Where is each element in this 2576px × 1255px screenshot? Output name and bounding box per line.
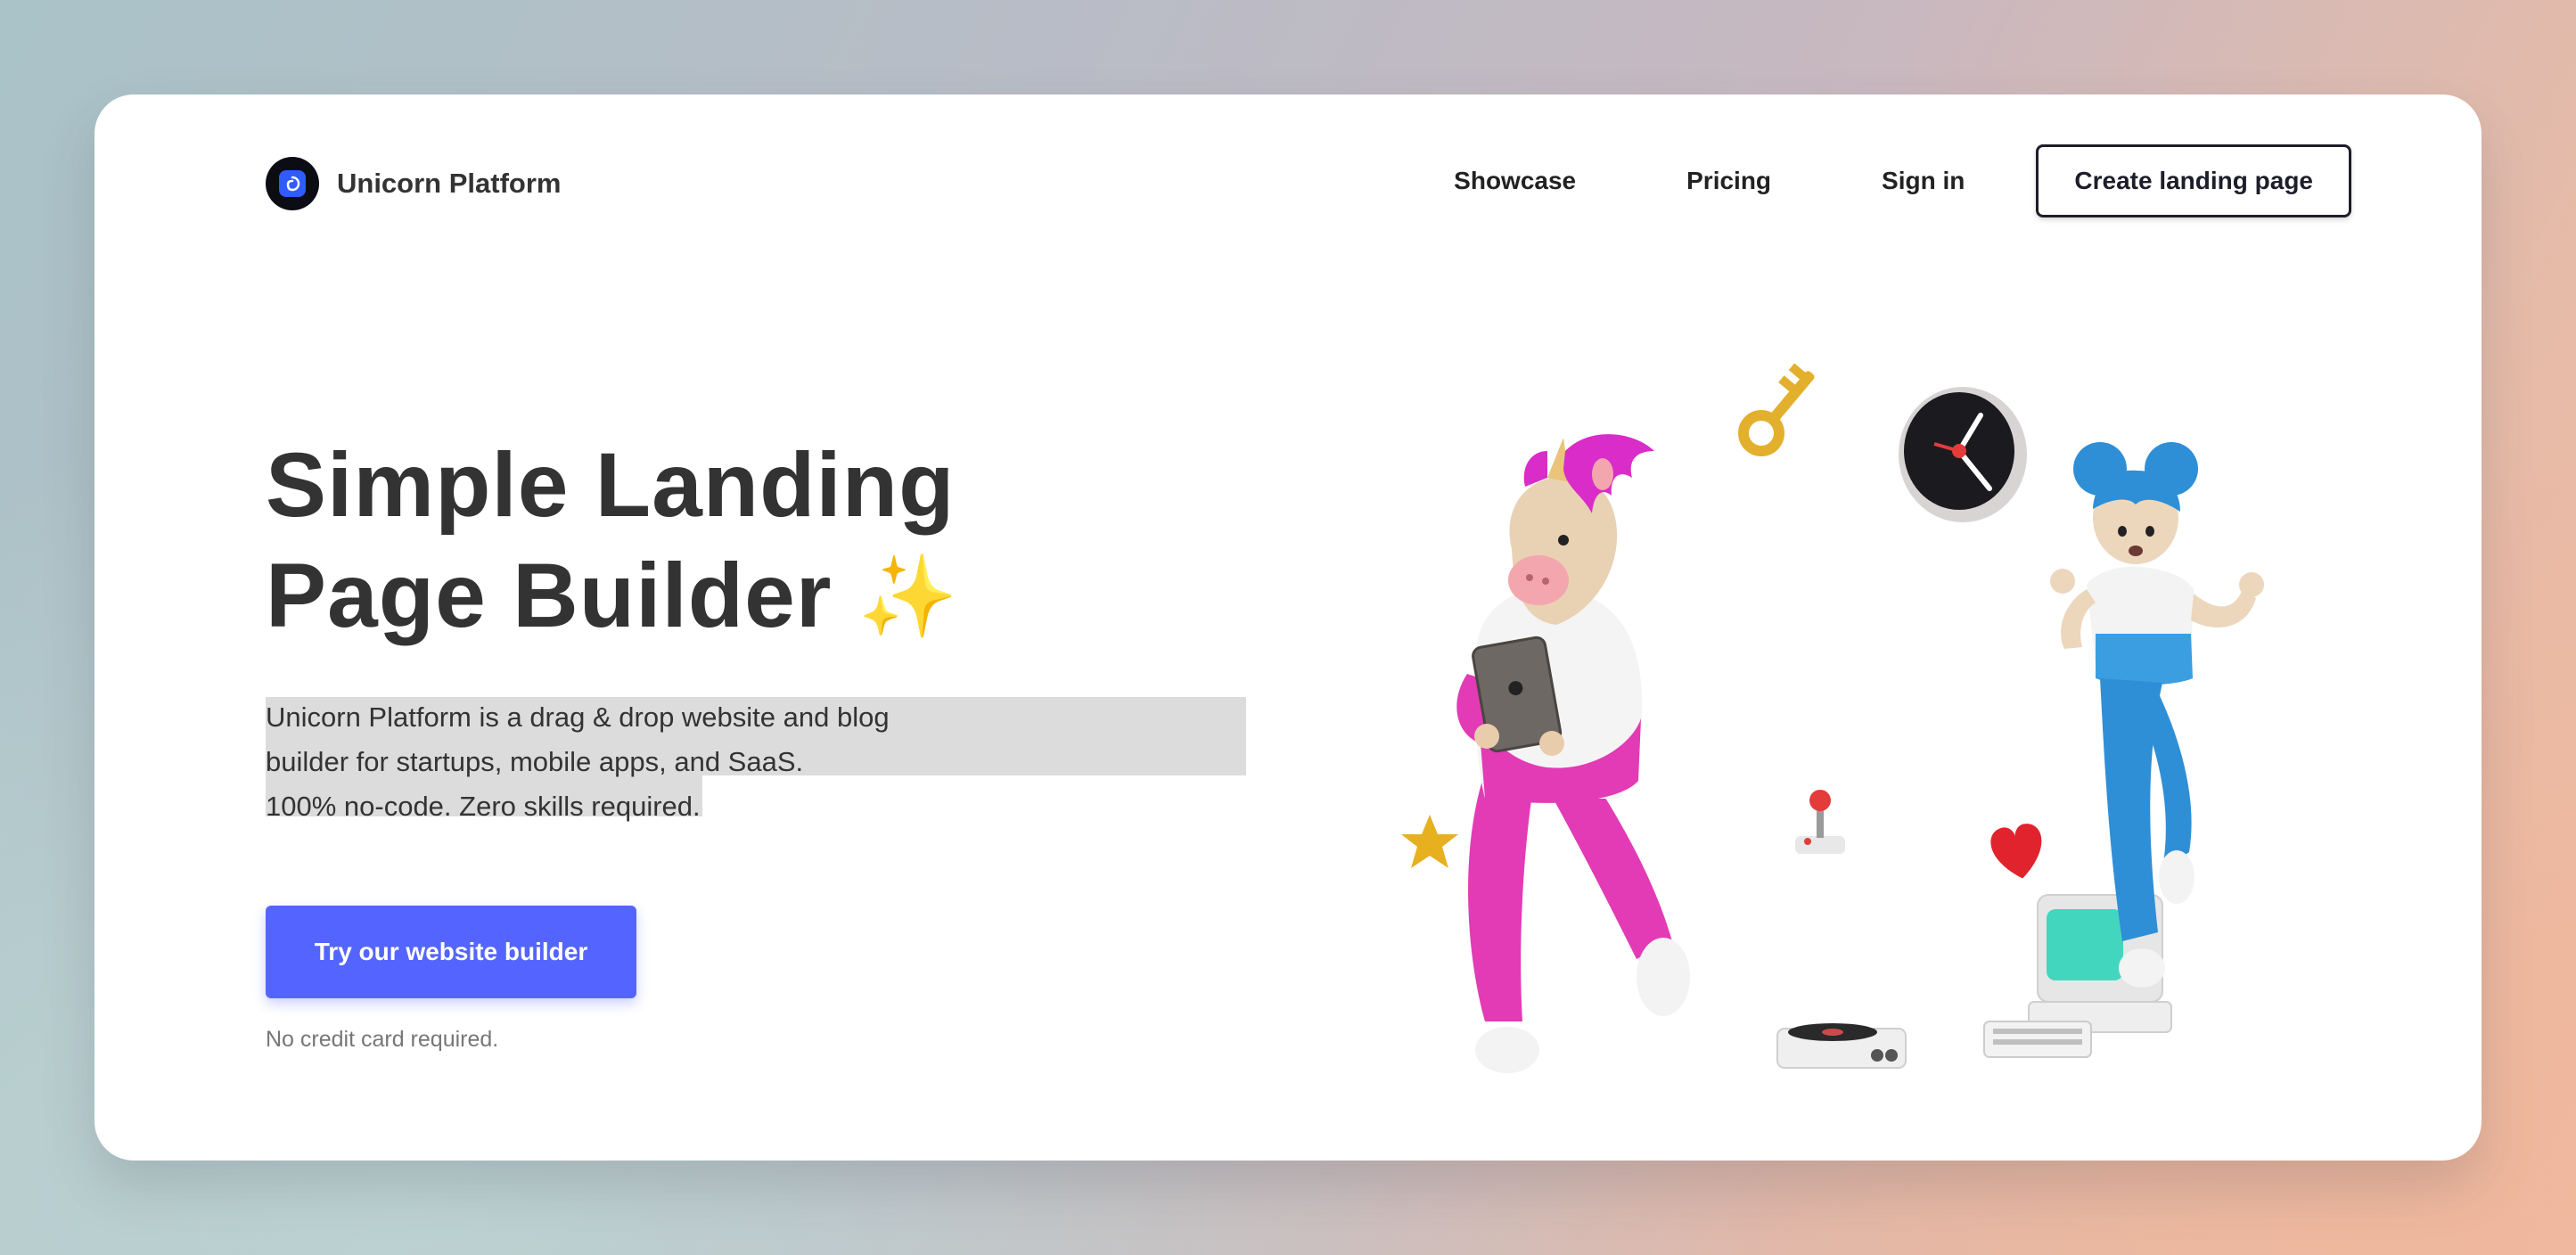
landing-card: Unicorn Platform Showcase Pricing Sign i… xyxy=(94,94,2482,1161)
headline-line-2: Page Builder xyxy=(266,545,833,646)
unicorn-character xyxy=(1456,434,1690,1073)
key-icon xyxy=(1738,363,1815,456)
clock-icon xyxy=(1899,387,2027,522)
sparkles-icon: ✨ xyxy=(857,553,959,643)
create-landing-page-button[interactable]: Create landing page xyxy=(2036,144,2351,217)
nav-sign-in[interactable]: Sign in xyxy=(1882,167,1965,195)
headline-line-1: Simple Landing xyxy=(266,434,956,536)
logo[interactable]: Unicorn Platform xyxy=(266,157,561,210)
hero-description: Unicorn Platform is a drag & drop websit… xyxy=(266,695,1246,829)
nav-showcase[interactable]: Showcase xyxy=(1454,167,1576,195)
try-website-builder-button[interactable]: Try our website builder xyxy=(266,906,636,998)
hero-illustration xyxy=(1401,363,2264,1073)
nav-pricing[interactable]: Pricing xyxy=(1686,167,1771,195)
main-nav: Showcase Pricing Sign in Create landing … xyxy=(1454,144,2351,217)
hero-headline: Simple Landing Page Builder ✨ xyxy=(266,430,1068,658)
joystick-icon xyxy=(1795,790,1845,854)
star-icon xyxy=(1401,815,1458,868)
description-line-2: builder for startups, mobile apps, and S… xyxy=(266,746,804,777)
description-line-1: Unicorn Platform is a drag & drop websit… xyxy=(266,701,890,733)
logo-icon xyxy=(266,157,319,210)
heart-icon xyxy=(1990,824,2042,879)
brand-name: Unicorn Platform xyxy=(337,168,562,199)
description-line-3: 100% no-code. Zero skills required. xyxy=(266,791,701,822)
record-player-icon xyxy=(1776,1023,1907,1069)
no-credit-card-note: No credit card required. xyxy=(266,1027,499,1052)
